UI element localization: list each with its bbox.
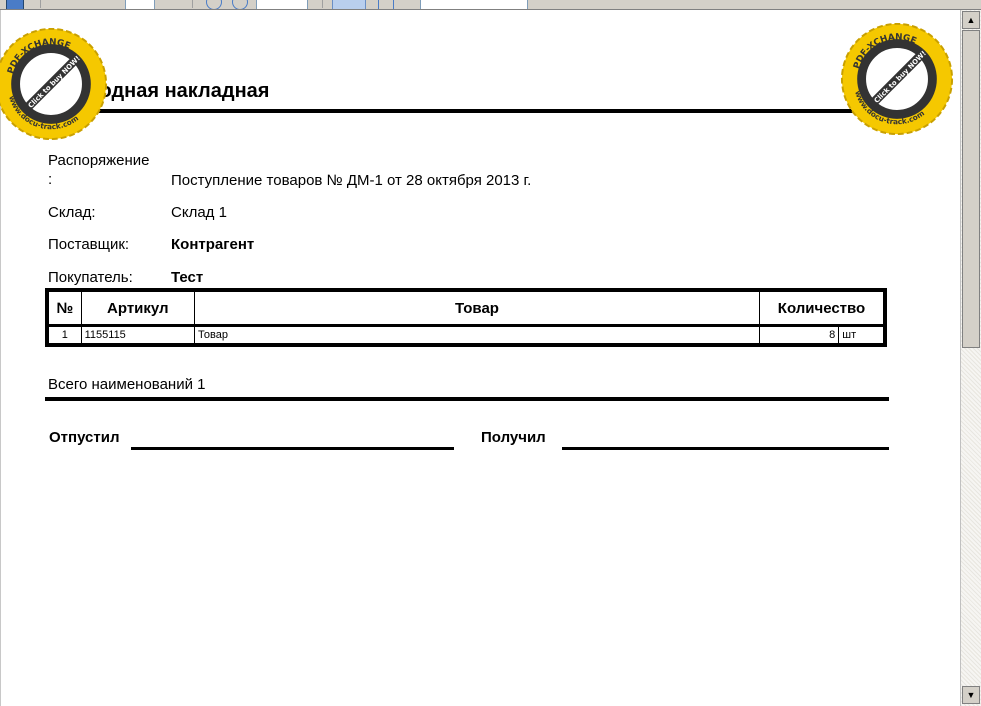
fit-page-icon[interactable] bbox=[332, 0, 366, 9]
table-row: 1 1155115 Товар 8 шт bbox=[46, 325, 886, 346]
order-label-suffix: : bbox=[48, 171, 53, 188]
released-by-label: Отпустил bbox=[49, 429, 120, 446]
page-number-input[interactable] bbox=[125, 0, 155, 9]
buyer-value: Тест bbox=[171, 269, 204, 286]
items-summary: Всего наименований 1 bbox=[48, 376, 206, 393]
zoom-input[interactable] bbox=[256, 0, 308, 9]
vertical-scrollbar[interactable]: ▲ ▼ bbox=[960, 10, 981, 706]
order-label: Распоряжение bbox=[48, 152, 150, 169]
find-input[interactable] bbox=[420, 0, 528, 9]
zoom-in-icon[interactable] bbox=[232, 0, 248, 9]
table-header-row: № Артикул Товар Количество bbox=[46, 289, 886, 327]
supplier-label: Поставщик: bbox=[48, 236, 130, 253]
buyer-label: Покупатель: bbox=[48, 269, 133, 286]
toolbar-separator bbox=[322, 0, 323, 8]
column-header-quantity: Количество bbox=[759, 289, 886, 327]
document-page bbox=[0, 10, 959, 706]
row-unit: шт bbox=[838, 325, 886, 346]
zoom-out-icon[interactable] bbox=[206, 0, 222, 9]
received-signature-line bbox=[562, 447, 889, 450]
warehouse-value: Склад 1 bbox=[171, 204, 227, 221]
prev-page-icon[interactable] bbox=[60, 0, 74, 8]
supplier-value: Контрагент bbox=[171, 236, 255, 253]
row-quantity: 8 bbox=[759, 325, 840, 346]
arrow-down-icon: ▼ bbox=[966, 690, 976, 700]
received-by-label: Получил bbox=[481, 429, 546, 446]
toolbar-separator bbox=[192, 0, 193, 8]
order-value: Поступление товаров № ДМ-1 от 28 октября… bbox=[171, 172, 532, 189]
scroll-down-button[interactable]: ▼ bbox=[962, 686, 980, 704]
toolbar bbox=[0, 0, 981, 10]
column-header-article: Артикул bbox=[80, 289, 196, 327]
column-header-number: № bbox=[46, 289, 82, 327]
arrow-up-icon: ▲ bbox=[966, 15, 976, 25]
toolbar-separator bbox=[40, 0, 41, 8]
row-product: Товар bbox=[193, 325, 761, 346]
save-icon[interactable] bbox=[6, 0, 24, 9]
warehouse-label: Склад: bbox=[48, 204, 96, 221]
fit-width-icon[interactable] bbox=[378, 0, 394, 9]
pdf-xchange-stamp-right[interactable]: PDF-XCHANGE Click to buy NOW! www.docu-t… bbox=[838, 20, 956, 138]
pdf-xchange-stamp-left[interactable]: PDF-XCHANGE Click to buy NOW! www.docu-t… bbox=[0, 25, 110, 143]
next-page-icon[interactable] bbox=[96, 0, 110, 8]
row-number: 1 bbox=[46, 325, 82, 346]
scroll-thumb[interactable] bbox=[962, 30, 980, 348]
column-header-product: Товар bbox=[193, 289, 761, 327]
title-divider bbox=[46, 109, 896, 113]
summary-divider bbox=[45, 397, 889, 401]
scroll-up-button[interactable]: ▲ bbox=[962, 11, 980, 29]
released-signature-line bbox=[131, 447, 454, 450]
items-table: № Артикул Товар Количество 1 1155115 Тов… bbox=[45, 288, 887, 347]
row-article: 1155115 bbox=[80, 325, 196, 346]
